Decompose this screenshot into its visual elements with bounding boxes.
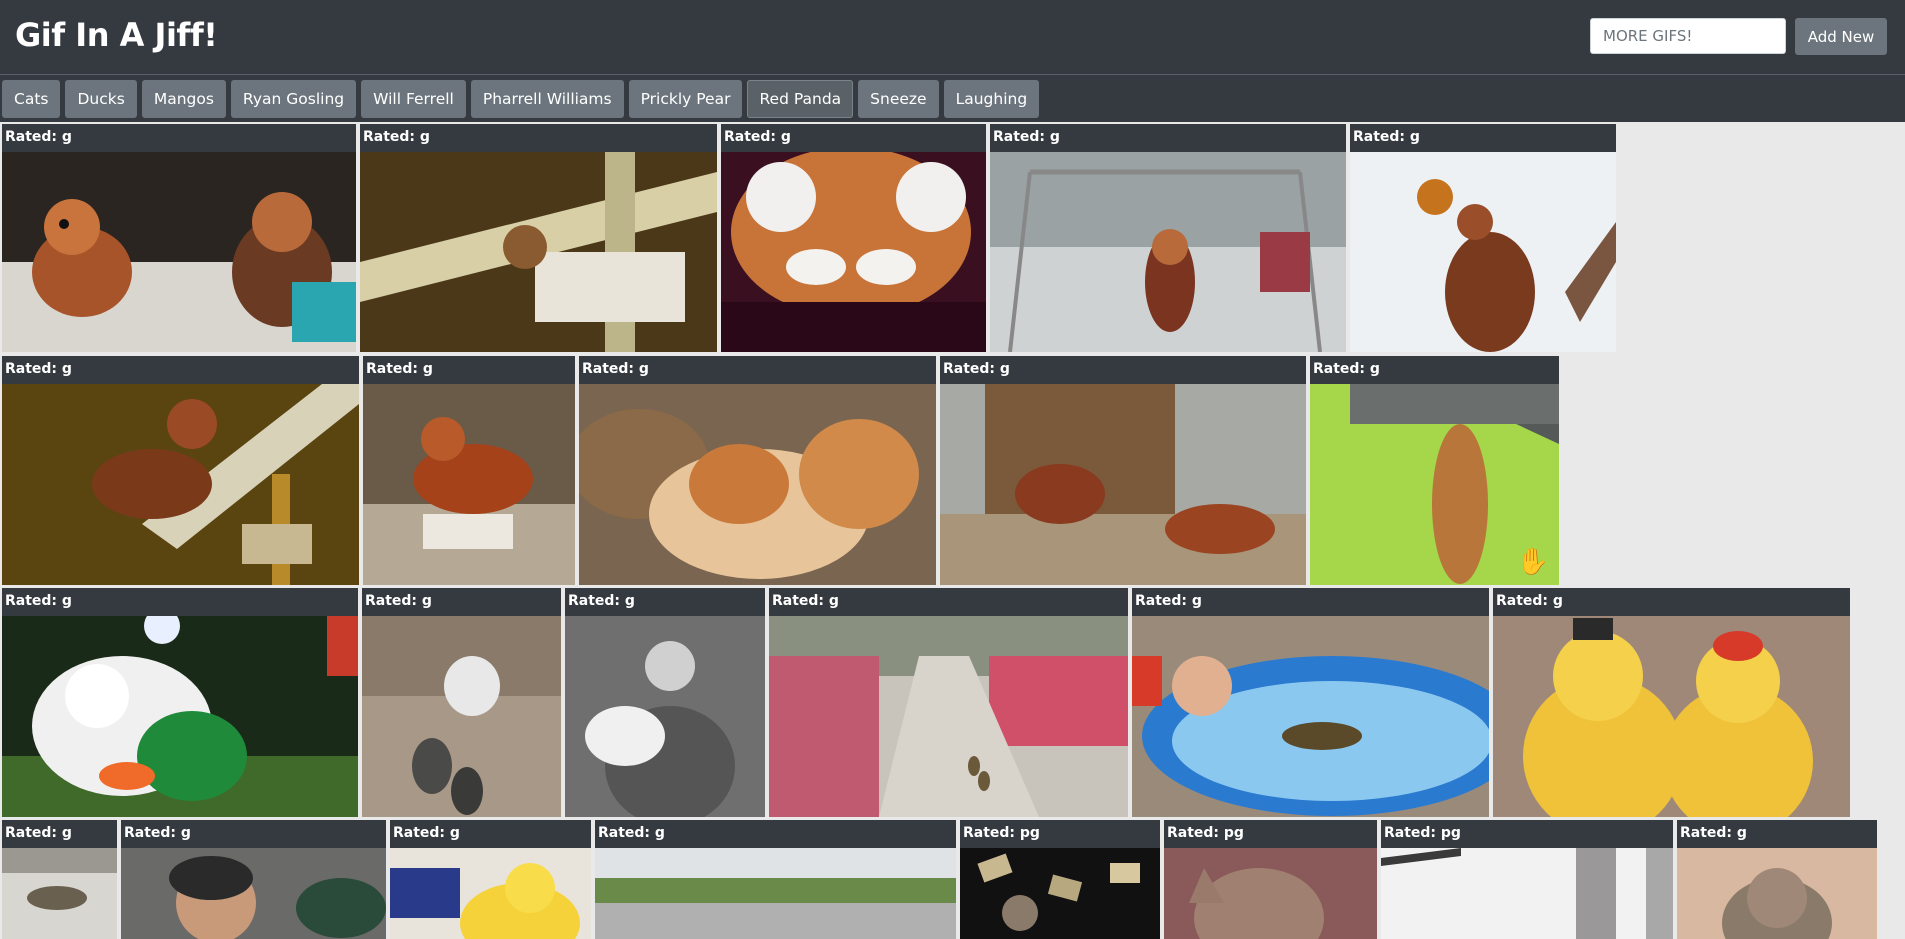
gif-rating: Rated: g bbox=[1496, 593, 1563, 609]
gif-rating: Rated: g bbox=[5, 129, 72, 145]
gif-card[interactable]: Rated: g bbox=[1132, 588, 1489, 817]
gif-rating: Rated: pg bbox=[963, 825, 1040, 841]
gif-rating: Rated: pg bbox=[1167, 825, 1244, 841]
gif-card[interactable]: Rated: g bbox=[121, 820, 386, 939]
gif-card[interactable]: Rated: pg bbox=[960, 820, 1160, 939]
gif-card[interactable]: Rated: g bbox=[595, 820, 956, 939]
gif-image[interactable] bbox=[121, 848, 386, 939]
gif-rating: Rated: pg bbox=[1384, 825, 1461, 841]
add-new-button[interactable]: Add New bbox=[1795, 18, 1887, 55]
top-navbar: Gif In A Jiff! Add New bbox=[0, 0, 1905, 75]
topic-buttons: Cats Ducks Mangos Ryan Gosling Will Ferr… bbox=[2, 80, 1040, 118]
gif-image[interactable] bbox=[2, 848, 117, 939]
gif-rating: Rated: g bbox=[1135, 593, 1202, 609]
gif-rating: Rated: g bbox=[598, 825, 665, 841]
search-input[interactable] bbox=[1590, 18, 1786, 54]
gif-rating: Rated: g bbox=[724, 129, 791, 145]
topic-button-prickly-pear[interactable]: Prickly Pear bbox=[628, 80, 743, 118]
gif-image[interactable] bbox=[579, 384, 936, 585]
gif-card[interactable]: Rated: g bbox=[390, 820, 591, 939]
gif-rating: Rated: g bbox=[5, 825, 72, 841]
gif-image[interactable] bbox=[990, 152, 1346, 352]
gif-image[interactable] bbox=[940, 384, 1306, 585]
gif-image[interactable] bbox=[960, 848, 1160, 939]
gif-rating: Rated: g bbox=[363, 129, 430, 145]
gif-rating: Rated: g bbox=[772, 593, 839, 609]
gif-card[interactable]: Rated: g bbox=[363, 356, 575, 585]
gif-card[interactable]: Rated: g bbox=[360, 124, 717, 352]
gif-card[interactable]: Rated: g bbox=[721, 124, 986, 352]
topic-button-bar: Cats Ducks Mangos Ryan Gosling Will Ferr… bbox=[0, 75, 1905, 122]
gif-card[interactable]: Rated: g bbox=[565, 588, 765, 817]
gif-rating: Rated: g bbox=[5, 593, 72, 609]
gif-image[interactable] bbox=[390, 848, 591, 939]
gif-image[interactable] bbox=[769, 616, 1128, 817]
gif-rating: Rated: g bbox=[993, 129, 1060, 145]
gif-image[interactable] bbox=[2, 152, 356, 352]
gif-rating: Rated: g bbox=[582, 361, 649, 377]
gif-card[interactable]: Rated: g bbox=[1350, 124, 1616, 352]
gif-rating: Rated: g bbox=[366, 361, 433, 377]
gif-image[interactable] bbox=[1132, 616, 1489, 817]
gif-rating: Rated: g bbox=[1353, 129, 1420, 145]
topic-button-red-panda[interactable]: Red Panda bbox=[747, 80, 854, 118]
gif-image[interactable]: ✋ bbox=[1310, 384, 1559, 585]
gif-image[interactable] bbox=[1677, 848, 1877, 939]
gif-rating: Rated: g bbox=[5, 361, 72, 377]
gif-image[interactable] bbox=[565, 616, 765, 817]
gif-card[interactable]: Rated: pg bbox=[1381, 820, 1673, 939]
gif-image[interactable] bbox=[1164, 848, 1377, 939]
gif-card[interactable]: Rated: pg bbox=[1164, 820, 1377, 939]
gif-card[interactable]: Rated: g bbox=[1677, 820, 1877, 939]
gif-card[interactable]: Rated: g ✋ bbox=[1310, 356, 1559, 585]
gif-image[interactable] bbox=[363, 384, 575, 585]
gif-card[interactable]: Rated: g bbox=[2, 588, 358, 817]
topic-button-cats[interactable]: Cats bbox=[2, 80, 61, 118]
gif-rating: Rated: g bbox=[943, 361, 1010, 377]
gif-rating: Rated: g bbox=[1680, 825, 1747, 841]
gif-card[interactable]: Rated: g bbox=[1493, 588, 1850, 817]
gif-card[interactable]: Rated: g bbox=[2, 820, 117, 939]
gif-rating: Rated: g bbox=[365, 593, 432, 609]
topic-button-laughing[interactable]: Laughing bbox=[943, 80, 1040, 118]
gif-image[interactable] bbox=[2, 616, 358, 817]
gif-image[interactable] bbox=[360, 152, 717, 352]
gif-card[interactable]: Rated: g bbox=[2, 356, 359, 585]
gif-card[interactable]: Rated: g bbox=[362, 588, 561, 817]
app-title: Gif In A Jiff! bbox=[15, 16, 218, 54]
gif-image[interactable] bbox=[595, 848, 956, 939]
gif-card[interactable]: Rated: g bbox=[2, 124, 356, 352]
gif-rating: Rated: g bbox=[124, 825, 191, 841]
topic-button-will-ferrell[interactable]: Will Ferrell bbox=[361, 80, 466, 118]
topic-button-ducks[interactable]: Ducks bbox=[65, 80, 137, 118]
topic-button-mangos[interactable]: Mangos bbox=[141, 80, 226, 118]
gif-rating: Rated: g bbox=[568, 593, 635, 609]
gif-image[interactable] bbox=[1493, 616, 1850, 817]
gif-card[interactable]: Rated: g bbox=[769, 588, 1128, 817]
gif-card[interactable]: Rated: g bbox=[579, 356, 936, 585]
gif-rating: Rated: g bbox=[1313, 361, 1380, 377]
gif-image[interactable] bbox=[1350, 152, 1616, 352]
gif-image[interactable] bbox=[2, 384, 359, 585]
topic-button-sneeze[interactable]: Sneeze bbox=[858, 80, 939, 118]
gif-card[interactable]: Rated: g bbox=[990, 124, 1346, 352]
gif-image[interactable] bbox=[721, 152, 986, 352]
gif-image[interactable] bbox=[362, 616, 561, 817]
waving-hand-icon: ✋ bbox=[1516, 547, 1549, 577]
topic-button-ryan-gosling[interactable]: Ryan Gosling bbox=[230, 80, 357, 118]
gif-rating: Rated: g bbox=[393, 825, 460, 841]
gif-card[interactable]: Rated: g bbox=[940, 356, 1306, 585]
topic-button-pharrell-williams[interactable]: Pharrell Williams bbox=[470, 80, 624, 118]
gif-image[interactable] bbox=[1381, 848, 1673, 939]
